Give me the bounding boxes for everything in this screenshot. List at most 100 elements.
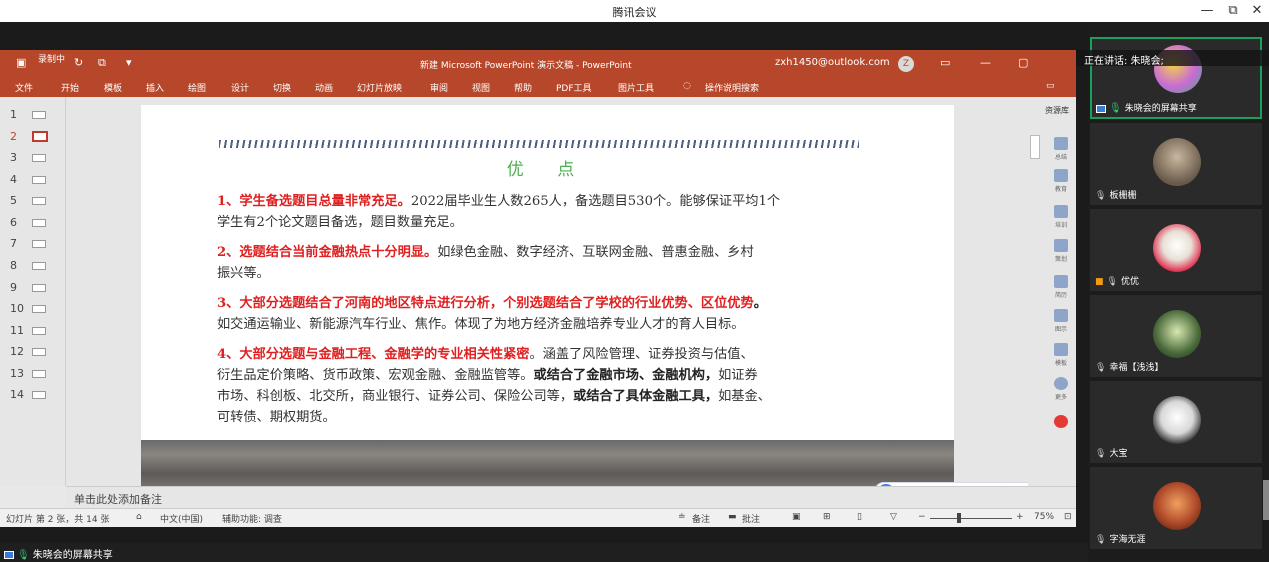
tab-animations[interactable]: 动画: [315, 81, 333, 94]
zoom-slider-thumb[interactable]: [957, 513, 961, 523]
notes-toggle[interactable]: 备注: [692, 512, 710, 525]
resource-education[interactable]: 教育: [1052, 169, 1070, 197]
ppt-restore-icon[interactable]: ▢: [1018, 56, 1028, 69]
slide-thumb-image: [32, 391, 46, 399]
p4-line4: 可转债、期权期货。: [217, 410, 336, 425]
user-avatar[interactable]: Z: [898, 56, 914, 72]
comment-icon[interactable]: ▭: [1046, 81, 1055, 91]
language-status[interactable]: 中文(中国): [160, 512, 203, 525]
fit-slide-icon[interactable]: ⊡: [1064, 512, 1072, 522]
resource-label: 教育: [1054, 186, 1067, 193]
slide-thumb-image: [32, 370, 46, 378]
resource-training[interactable]: 培训: [1052, 205, 1070, 233]
slide-background-photo: [141, 440, 954, 488]
close-button[interactable]: ✕: [1246, 2, 1268, 20]
ribbon-display-icon[interactable]: ▭: [940, 56, 950, 69]
paragraph-4-line3[interactable]: 市场、科创板、北交所，商业银行、证券公司、保险公司等，或结合了具体金融工具，如基…: [217, 386, 897, 407]
paragraph-1-cont[interactable]: 学生有2个论文题目备选，题目数量充足。: [217, 212, 897, 233]
participant-name: 🎙 板栅栅: [1095, 191, 1137, 201]
resource-label: 培训: [1054, 222, 1067, 229]
tab-picture-tools[interactable]: 图片工具: [618, 81, 654, 94]
tab-templates[interactable]: 模板: [104, 81, 122, 94]
vertical-scrollbar[interactable]: [1028, 97, 1042, 486]
slide-thumbnail-pane[interactable]: 1 2 3 4 5 6 7 8 9 10 11 12 13 14: [0, 97, 66, 486]
tab-slideshow[interactable]: 幻灯片放映: [357, 81, 402, 94]
present-icon[interactable]: ⧉: [98, 56, 106, 70]
slide-number: 11: [10, 324, 24, 337]
participant-tile[interactable]: ■ 🎙 优优: [1090, 209, 1262, 291]
training-icon: [1054, 205, 1068, 218]
tell-me-search[interactable]: 操作说明搜索: [705, 81, 759, 94]
tab-home[interactable]: 开始: [61, 81, 79, 94]
app-titlebar: 腾讯会议 — ⧉ ✕: [0, 0, 1269, 22]
zoom-slider[interactable]: [930, 518, 1012, 519]
redo-icon[interactable]: ↻: [74, 56, 83, 69]
slide-sorter-icon[interactable]: ⊞: [823, 512, 831, 522]
slide-number: 8: [10, 259, 17, 272]
tab-draw[interactable]: 绘图: [188, 81, 206, 94]
slide-number: 14: [10, 388, 24, 401]
paragraph-1[interactable]: 1、学生备选题目总量非常充足。2022届毕业生人数265人，备选题目530个。能…: [217, 191, 897, 212]
customize-qat-icon[interactable]: ▾: [126, 56, 132, 69]
share-owner-label: 🎙 朱晓会的屏幕共享: [4, 546, 113, 561]
resource-pane-header[interactable]: 资源库: [1045, 105, 1069, 116]
tab-review[interactable]: 审阅: [430, 81, 448, 94]
paragraph-2-cont[interactable]: 振兴等。: [217, 263, 897, 284]
gift-icon[interactable]: [1052, 415, 1070, 443]
ppt-titlebar: ▣ 录制中 ↻ ⧉ ▾ 新建 Microsoft PowerPoint 演示文稿…: [0, 50, 1076, 78]
participant-tile[interactable]: 🎙 大宝: [1090, 381, 1262, 463]
reading-view-icon[interactable]: ▯: [857, 512, 862, 522]
comments-icon[interactable]: ▬: [728, 512, 737, 522]
paragraph-4-line2[interactable]: 衍生品定价策略、货币政策、宏观金融、金融监管等。或结合了金融市场、金融机构，如证…: [217, 365, 897, 386]
resource-planning[interactable]: 策划: [1052, 239, 1070, 267]
paragraph-3[interactable]: 3、大部分选题结合了河南的地区特点进行分析，个别选题结合了学校的行业优势、区位优…: [217, 293, 897, 314]
participant-name: 🎙 字海无涯: [1095, 535, 1146, 545]
paragraph-3-cont[interactable]: 如交通运输业、新能源汽车行业、焦作。体现了为地方经济金融培养专业人才的育人目标。: [217, 314, 897, 335]
slide-number: 2: [10, 130, 17, 143]
tab-file[interactable]: 文件: [15, 81, 33, 94]
ppt-user-email[interactable]: zxh1450@outlook.com: [775, 57, 890, 68]
slide-thumb-image: [32, 154, 46, 162]
zoom-level[interactable]: 75%: [1034, 512, 1054, 522]
resource-pane: 资源库 总结 教育 培训 策划 简历 图示 模板 更多: [1042, 97, 1076, 486]
tab-view[interactable]: 视图: [472, 81, 490, 94]
save-icon[interactable]: ▣: [16, 56, 26, 69]
tab-design[interactable]: 设计: [231, 81, 249, 94]
resource-resume[interactable]: 简历: [1052, 275, 1070, 303]
accessibility-status[interactable]: 辅助功能: 调查: [222, 512, 282, 525]
restore-button[interactable]: ⧉: [1222, 2, 1244, 20]
paragraph-4-line4[interactable]: 可转债、期权期货。: [217, 407, 897, 428]
tab-insert[interactable]: 插入: [146, 81, 164, 94]
scrollbar-thumb[interactable]: [1030, 135, 1040, 159]
slide-thumb-image: [32, 197, 46, 205]
ppt-minimize-icon[interactable]: —: [980, 56, 991, 69]
resource-label: 简历: [1054, 292, 1067, 299]
paragraph-2[interactable]: 2、选题结合当前金融热点十分明显。如绿色金融、数字经济、互联网金融、普惠金融、乡…: [217, 242, 897, 263]
zoom-in-button[interactable]: +: [1016, 512, 1024, 522]
slide-canvas[interactable]: 优 点 1、学生备选题目总量非常充足。2022届毕业生人数265人，备选题目53…: [141, 105, 954, 488]
participant-tile[interactable]: 🎙 字海无涯: [1090, 467, 1262, 549]
notes-pane[interactable]: 单击此处添加备注: [66, 486, 1076, 508]
slideshow-view-icon[interactable]: ▽: [890, 512, 897, 522]
p4-line2c: 如证券: [718, 368, 758, 383]
zoom-out-button[interactable]: −: [918, 512, 926, 522]
comments-toggle[interactable]: 批注: [742, 512, 760, 525]
participant-tile[interactable]: 🎙 幸福【浅浅】: [1090, 295, 1262, 377]
tab-pdf-tools[interactable]: PDF工具: [556, 81, 592, 94]
panel-collapse-handle[interactable]: [1263, 480, 1269, 520]
tab-help[interactable]: 帮助: [514, 81, 532, 94]
participant-tile[interactable]: 🎙 板栅栅: [1090, 123, 1262, 205]
slide-title[interactable]: 优 点: [141, 155, 954, 180]
education-icon: [1054, 169, 1068, 182]
tab-transitions[interactable]: 切换: [273, 81, 291, 94]
resume-icon: [1054, 275, 1068, 288]
notes-toggle-icon[interactable]: ≐: [678, 512, 686, 522]
resource-diagram[interactable]: 图示: [1052, 309, 1070, 337]
resource-more[interactable]: 更多: [1052, 377, 1070, 405]
paragraph-4[interactable]: 4、大部分选题与金融工程、金融学的专业相关性紧密。涵盖了风险管理、证券投资与估值…: [217, 344, 897, 365]
resource-summary[interactable]: 总结: [1052, 137, 1070, 165]
spellcheck-icon[interactable]: ⌂: [136, 512, 142, 522]
minimize-button[interactable]: —: [1196, 2, 1218, 20]
normal-view-icon[interactable]: ▣: [792, 512, 801, 522]
resource-template[interactable]: 模板: [1052, 343, 1070, 371]
